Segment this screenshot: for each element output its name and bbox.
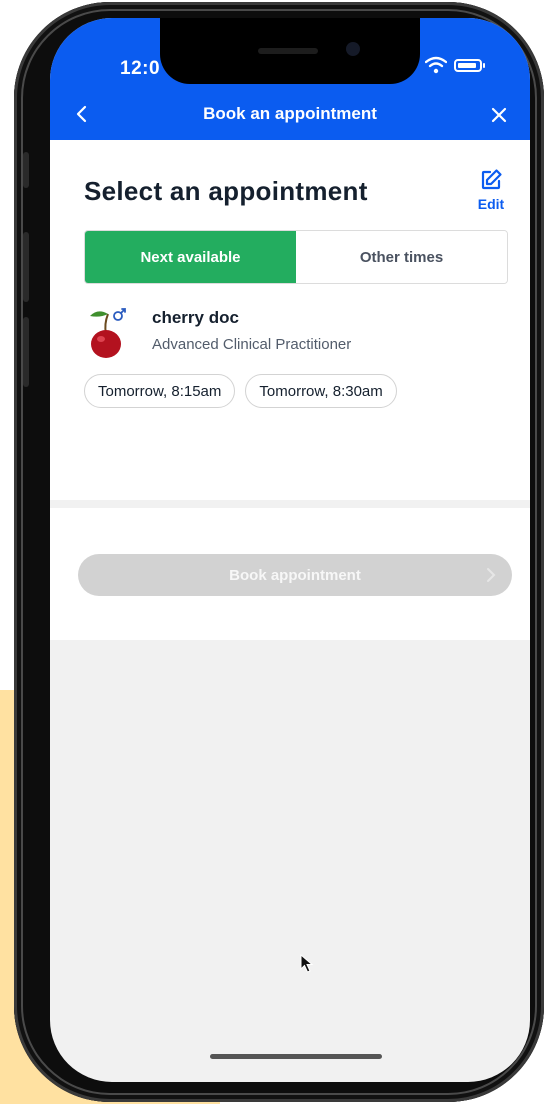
nav-title: Book an appointment (203, 104, 377, 123)
availability-tabs: Next available Other times (84, 230, 508, 284)
wifi-icon (425, 56, 447, 74)
home-indicator[interactable] (210, 1054, 382, 1059)
camera (346, 42, 360, 56)
practitioner-role: Advanced Clinical Practitioner (152, 336, 352, 353)
time-slot-list: Tomorrow, 8:15am Tomorrow, 8:30am (84, 374, 397, 408)
stage: 12:0 Book an appointment Select an appoi… (0, 0, 546, 1104)
volume-down-button (23, 317, 29, 387)
practitioner-name: cherry doc (152, 308, 239, 327)
edit-button[interactable]: Edit (468, 168, 514, 218)
battery-icon (454, 59, 485, 72)
tab-other-times[interactable]: Other times (296, 231, 507, 283)
chevron-right-icon (487, 568, 496, 582)
booking-footer: Book appointment (50, 508, 530, 640)
mouse-cursor-icon (300, 954, 314, 973)
appointment-selection-panel: Select an appointment Edit Next availabl… (50, 140, 530, 500)
speaker (258, 48, 318, 54)
notch (160, 18, 420, 84)
time-slot-button[interactable]: Tomorrow, 8:30am (245, 374, 397, 408)
practitioner-row: cherry doc Advanced Clinical Practitione… (84, 306, 504, 366)
edit-label: Edit (477, 196, 505, 212)
app-header: 12:0 Book an appointment (50, 18, 530, 140)
phone-screen: 12:0 Book an appointment Select an appoi… (50, 18, 530, 1082)
status-time: 12:0 (120, 58, 161, 79)
page-title: Select an appointment (84, 176, 368, 206)
time-slot-button[interactable]: Tomorrow, 8:15am (84, 374, 236, 408)
book-appointment-button[interactable]: Book appointment (78, 554, 512, 596)
edit-icon (481, 169, 502, 190)
tab-next-available[interactable]: Next available (85, 231, 296, 283)
silent-switch (23, 152, 29, 188)
volume-up-button (23, 232, 29, 302)
close-icon[interactable] (488, 104, 510, 126)
cherry-icon (90, 308, 126, 358)
book-appointment-label: Book appointment (229, 566, 361, 584)
